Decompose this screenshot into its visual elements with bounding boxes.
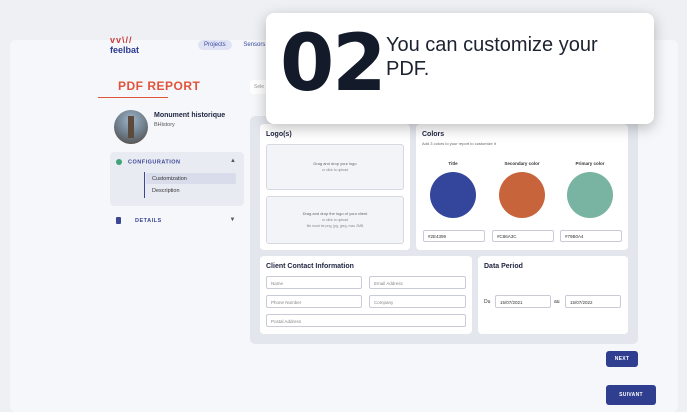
colors-title: Colors: [422, 131, 445, 138]
postal-address-field[interactable]: Postal Address: [266, 314, 466, 327]
sidebar-details[interactable]: DETAILS ▼: [116, 217, 242, 227]
color-hex-secondary[interactable]: #C86A3C: [492, 230, 554, 242]
au-label: au: [554, 299, 560, 305]
data-period-card: Data Period Du 15/07/2021 au 15/07/2022: [478, 256, 628, 334]
project-name: Monument historique: [154, 112, 226, 119]
client-logo-drop-subtext: or click to upload: [321, 218, 349, 222]
title-underline: [98, 97, 168, 98]
brand-mark: vv\//: [110, 35, 133, 45]
top-nav: Projects Sensors: [198, 40, 275, 50]
color-swatch-primary[interactable]: [567, 172, 613, 218]
sidebar-configuration-header[interactable]: CONFIGURATION: [116, 159, 181, 165]
contact-title: Client Contact Information: [266, 263, 354, 270]
sidebar-item-customization[interactable]: Customization: [146, 173, 236, 184]
settings-icon: [116, 159, 122, 165]
logo-drop-text: Drag and drop your logo: [313, 161, 357, 166]
logo-dropzone[interactable]: Drag and drop your logo or click to uplo…: [266, 144, 404, 190]
nav-projects[interactable]: Projects: [198, 40, 232, 50]
next-button[interactable]: NEXT: [606, 351, 638, 367]
du-label: Du: [484, 299, 491, 305]
color-swatch-title[interactable]: [430, 172, 476, 218]
logos-title: Logo(s): [266, 131, 292, 138]
email-field[interactable]: Email Address: [369, 276, 466, 289]
project-profile: Monument historique BHistory: [114, 110, 244, 148]
color-swatch-secondary[interactable]: [499, 172, 545, 218]
tooltip-text: You can customize your PDF.: [386, 34, 598, 80]
onboarding-tooltip: 02 You can customize your PDF.: [266, 13, 654, 124]
company-field[interactable]: Company: [369, 295, 466, 308]
project-subtitle: BHistory: [154, 122, 175, 128]
colors-subtitle: Add 3 colors to your report to customize…: [422, 141, 496, 146]
color-label-primary: Primary color: [575, 161, 605, 166]
sidebar-details-label: DETAILS: [135, 217, 162, 224]
sidebar-configuration-label: CONFIGURATION: [128, 159, 181, 166]
step-number: 02: [280, 19, 387, 109]
end-date-field[interactable]: 15/07/2022: [565, 295, 621, 308]
main-panel: Logo(s) Drag and drop your logo or click…: [250, 116, 638, 344]
sidebar-configuration: CONFIGURATION ▲ Customization Descriptio…: [110, 152, 244, 206]
brand-name: feelbat: [110, 45, 140, 55]
color-hex-primary[interactable]: #79B0A4: [560, 230, 622, 242]
document-icon: [116, 217, 121, 224]
color-label-secondary: Secondary color: [504, 161, 540, 166]
client-logo-drop-text: Drag and drop the logo of your client: [302, 211, 368, 216]
name-field[interactable]: Name: [266, 276, 362, 289]
contact-card: Client Contact Information Name Email Ad…: [260, 256, 472, 334]
client-logo-drop-hint: file must be png, jpg, jpeg, max 2MB: [306, 224, 364, 228]
brand-logo[interactable]: vv\// feelbat: [110, 36, 150, 58]
avatar: [114, 110, 148, 144]
color-label-title: Title: [448, 161, 458, 166]
sidebar-item-description[interactable]: Description: [152, 188, 180, 194]
color-hex-title[interactable]: #2E4399: [423, 230, 485, 242]
phone-field[interactable]: Phone Number: [266, 295, 362, 308]
submenu-line: [144, 172, 145, 198]
chevron-up-icon[interactable]: ▲: [230, 158, 236, 164]
data-period-title: Data Period: [484, 263, 523, 270]
client-logo-dropzone[interactable]: Drag and drop the logo of your client or…: [266, 196, 404, 244]
colors-card: Colors Add 3 colors to your report to cu…: [416, 124, 628, 250]
logo-drop-subtext: or click to upload: [321, 168, 349, 172]
chevron-down-icon: ▼: [229, 217, 236, 223]
suivant-button[interactable]: SUIVANT: [606, 385, 656, 405]
start-date-field[interactable]: 15/07/2021: [495, 295, 551, 308]
page-title: PDF REPORT: [118, 79, 201, 93]
logos-card: Logo(s) Drag and drop your logo or click…: [260, 124, 410, 250]
